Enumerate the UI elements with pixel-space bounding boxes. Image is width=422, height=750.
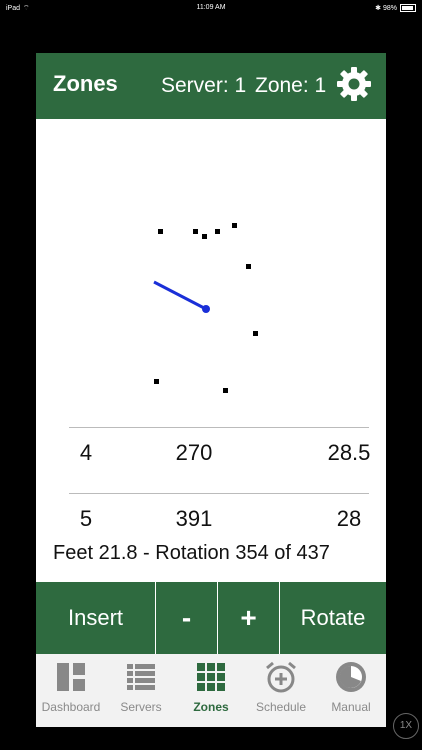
row-cell-3: 28	[336, 506, 362, 531]
zone-point	[154, 379, 159, 384]
manual-dial-icon	[336, 662, 366, 692]
tab-label: Dashboard	[41, 700, 101, 714]
rotate-button[interactable]: Rotate	[280, 582, 386, 654]
rotation-indicator-pivot	[202, 305, 210, 313]
status-bar: iPad ⌔ 11:09 AM ✱ 98%	[0, 0, 422, 16]
alarm-clock-icon	[266, 661, 296, 693]
bluetooth-icon: ✱	[375, 5, 382, 12]
zones-grid-icon	[197, 663, 225, 691]
action-bar: Insert - + Rotate	[36, 582, 386, 654]
zone-point	[202, 234, 207, 239]
rotation-status-text: Feet 21.8 - Rotation 354 of 437	[53, 542, 330, 564]
gear-icon[interactable]	[336, 66, 372, 102]
zones-app: Zones Server: 1 Zone: 1 4 270 28.5 5 391…	[36, 53, 386, 727]
row-cell-1: 4	[79, 440, 93, 465]
rotation-indicator-line	[153, 280, 207, 311]
header-bar: Zones Server: 1 Zone: 1	[36, 53, 386, 119]
battery-icon	[400, 4, 416, 13]
decrement-button[interactable]: -	[156, 582, 218, 654]
zone-point	[246, 264, 251, 269]
zone-point	[215, 229, 220, 234]
clock: 11:09 AM	[196, 4, 226, 11]
tab-label: Servers	[120, 700, 162, 714]
table-row[interactable]: 4 270 28.5	[69, 427, 370, 494]
row-cell-1: 5	[79, 506, 93, 531]
zone-point	[158, 229, 163, 234]
tab-bar: Dashboard Servers Zones Schedule Manual	[36, 654, 386, 727]
row-cell-3: 28.5	[327, 440, 371, 465]
server-label: Server: 1	[161, 74, 247, 97]
insert-button[interactable]: Insert	[36, 582, 156, 654]
dashboard-icon	[57, 663, 85, 691]
zone-point	[193, 229, 198, 234]
zone-point	[232, 223, 237, 228]
zoom-indicator[interactable]: 1X	[393, 713, 419, 739]
tab-manual[interactable]: Manual	[316, 654, 386, 727]
tab-servers[interactable]: Servers	[106, 654, 176, 727]
servers-icon	[127, 664, 155, 690]
battery-status: ✱ 98%	[375, 4, 416, 13]
increment-button[interactable]: +	[218, 582, 280, 654]
zone-label: Zone: 1	[255, 74, 327, 97]
zone-point	[253, 331, 258, 336]
row-cell-2: 391	[175, 506, 213, 531]
tab-dashboard[interactable]: Dashboard	[36, 654, 106, 727]
tab-label: Manual	[331, 700, 371, 714]
tab-schedule[interactable]: Schedule	[246, 654, 316, 727]
row-cell-2: 270	[175, 440, 213, 465]
zone-point	[223, 388, 228, 393]
tab-label: Schedule	[255, 700, 307, 714]
tab-zones[interactable]: Zones	[176, 654, 246, 727]
tab-label: Zones	[193, 700, 229, 714]
zone-map-canvas[interactable]	[36, 119, 386, 419]
page-title: Zones	[53, 71, 118, 96]
